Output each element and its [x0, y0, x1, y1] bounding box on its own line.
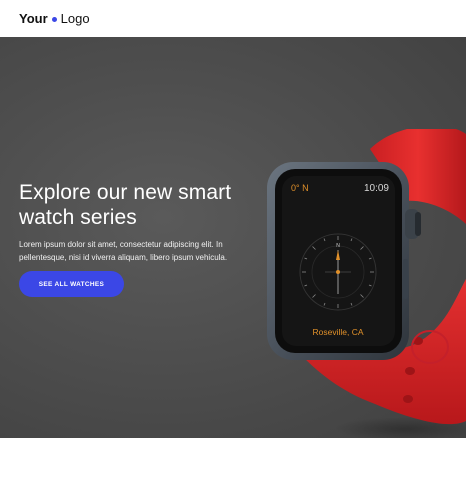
logo-text-bold: Your	[19, 11, 48, 26]
see-all-watches-button[interactable]: SEE ALL WATCHES	[19, 271, 124, 297]
watch-time: 10:09	[364, 183, 389, 194]
hero-title: Explore our new smart watch series	[19, 181, 232, 229]
hero-description: Lorem ipsum dolor sit amet, consectetur …	[19, 240, 228, 262]
watch-location: Roseville, CA	[312, 327, 363, 337]
logo-dot-icon	[51, 17, 57, 22]
bottom-area	[0, 438, 466, 480]
logo-text-light: Logo	[60, 11, 90, 26]
hero-section: Explore our new smart watch series Lorem…	[0, 37, 466, 438]
site-header: Your Logo	[0, 0, 466, 37]
logo[interactable]: Your Logo	[19, 11, 90, 26]
compass-north-label: N	[336, 243, 340, 249]
watch-temperature: 0° N	[291, 183, 309, 193]
smartwatch-image: N 0° N 10:09 Roseville, CA	[267, 129, 466, 438]
page: Your Logo Explore our new smart watch se…	[0, 0, 466, 480]
